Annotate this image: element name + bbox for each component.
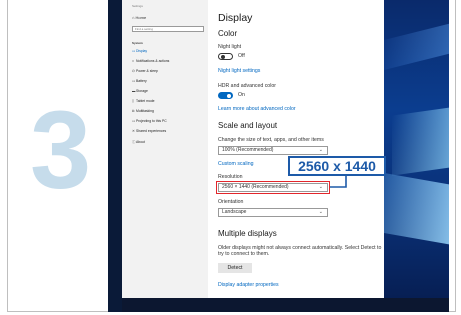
chevron-down-icon: ⌄ — [318, 184, 323, 190]
night-light-label: Night light — [218, 44, 242, 50]
display-adapter-link[interactable]: Display adapter properties — [218, 282, 279, 288]
sidebar-item-label: Projecting to this PC — [136, 119, 167, 123]
night-light-settings-link[interactable]: Night light settings — [218, 68, 260, 74]
resolution-callout: 2560 x 1440 — [288, 156, 386, 176]
home-label: Home — [135, 15, 147, 20]
orientation-dropdown[interactable]: Landscape ⌄ — [218, 208, 328, 217]
scale-dropdown[interactable]: 100% (Recommended) ⌄ — [218, 146, 328, 155]
toggle-knob — [227, 93, 231, 98]
advanced-color-link[interactable]: Learn more about advanced color — [218, 106, 296, 112]
desktop-edge — [108, 0, 122, 312]
page-title: Display — [218, 12, 253, 24]
multiple-displays-heading: Multiple displays — [218, 229, 277, 238]
settings-search-input[interactable]: Find a setting — [132, 26, 204, 32]
resolution-label: Resolution — [218, 174, 243, 180]
sidebar-section-label: System — [132, 41, 143, 45]
color-heading: Color — [218, 29, 238, 38]
night-light-state: Off — [238, 53, 245, 59]
sidebar-item-multitasking[interactable]: ⧉ Multitasking — [132, 109, 154, 113]
sidebar-item-label: Tablet mode — [136, 99, 155, 103]
home-icon: ⌂ — [132, 15, 135, 20]
sidebar-item-tablet[interactable]: ▯ Tablet mode — [132, 99, 154, 103]
orientation-label: Orientation — [218, 199, 244, 205]
sidebar-item-label: Battery — [136, 79, 147, 83]
night-light-toggle[interactable] — [218, 53, 233, 60]
detect-button[interactable]: Detect — [218, 263, 252, 273]
scale-value: 100% (Recommended) — [222, 147, 274, 153]
sidebar-item-shared[interactable]: ✕Shared experiences — [132, 129, 166, 133]
sidebar-item-power[interactable]: ⏻Power & sleep — [132, 69, 158, 73]
wallpaper-light — [384, 20, 449, 70]
hdr-state: On — [238, 92, 245, 98]
sidebar-item-label: Power & sleep — [136, 69, 158, 73]
sidebar-item-about[interactable]: ⓘAbout — [132, 139, 145, 144]
resolution-value: 2560 × 1440 (Recommended) — [222, 184, 289, 190]
desktop-wallpaper — [384, 0, 449, 312]
sidebar-home[interactable]: ⌂ Home — [132, 15, 146, 20]
sidebar-item-battery[interactable]: ▭Battery — [132, 79, 147, 83]
scale-label: Change the size of text, apps, and other… — [218, 137, 324, 143]
hdr-label: HDR and advanced color — [218, 83, 276, 89]
resolution-dropdown[interactable]: 2560 × 1440 (Recommended) ⌄ — [216, 181, 330, 194]
tutorial-figure: 3 Settings ⌂ Home Find a setting System … — [0, 0, 461, 315]
hdr-toggle[interactable] — [218, 92, 233, 99]
sidebar-item-storage[interactable]: ▬Storage — [132, 89, 148, 93]
step-number: 3 — [30, 89, 91, 212]
custom-scaling-link[interactable]: Custom scaling — [218, 161, 253, 167]
sidebar-item-label: Multitasking — [136, 109, 154, 113]
sidebar-item-display[interactable]: ▭Display — [132, 49, 147, 53]
sidebar-item-label: Notifications & actions — [136, 59, 170, 63]
orientation-value: Landscape — [222, 209, 247, 215]
sidebar-item-label: Display — [136, 49, 148, 53]
settings-sidebar: Settings ⌂ Home Find a setting System ▭D… — [122, 0, 208, 298]
wallpaper-light — [392, 104, 449, 176]
scale-heading: Scale and layout — [218, 121, 278, 130]
sidebar-item-label: Storage — [136, 89, 148, 93]
taskbar — [122, 298, 449, 312]
display-settings-page: Display Color Night light Off Night ligh… — [208, 0, 384, 298]
chevron-down-icon: ⌄ — [318, 147, 323, 153]
sidebar-item-notifications[interactable]: □ Notifications & actions — [132, 59, 169, 63]
wallpaper-light — [384, 172, 449, 248]
app-title: Settings — [132, 4, 143, 8]
sidebar-item-label: Shared experiences — [136, 129, 167, 133]
multiple-displays-text: Older displays might not always connect … — [218, 245, 382, 258]
toggle-knob — [221, 54, 225, 59]
chevron-down-icon: ⌄ — [318, 209, 323, 215]
sidebar-item-projecting[interactable]: ▭Projecting to this PC — [132, 119, 167, 123]
sidebar-item-label: About — [136, 140, 145, 144]
